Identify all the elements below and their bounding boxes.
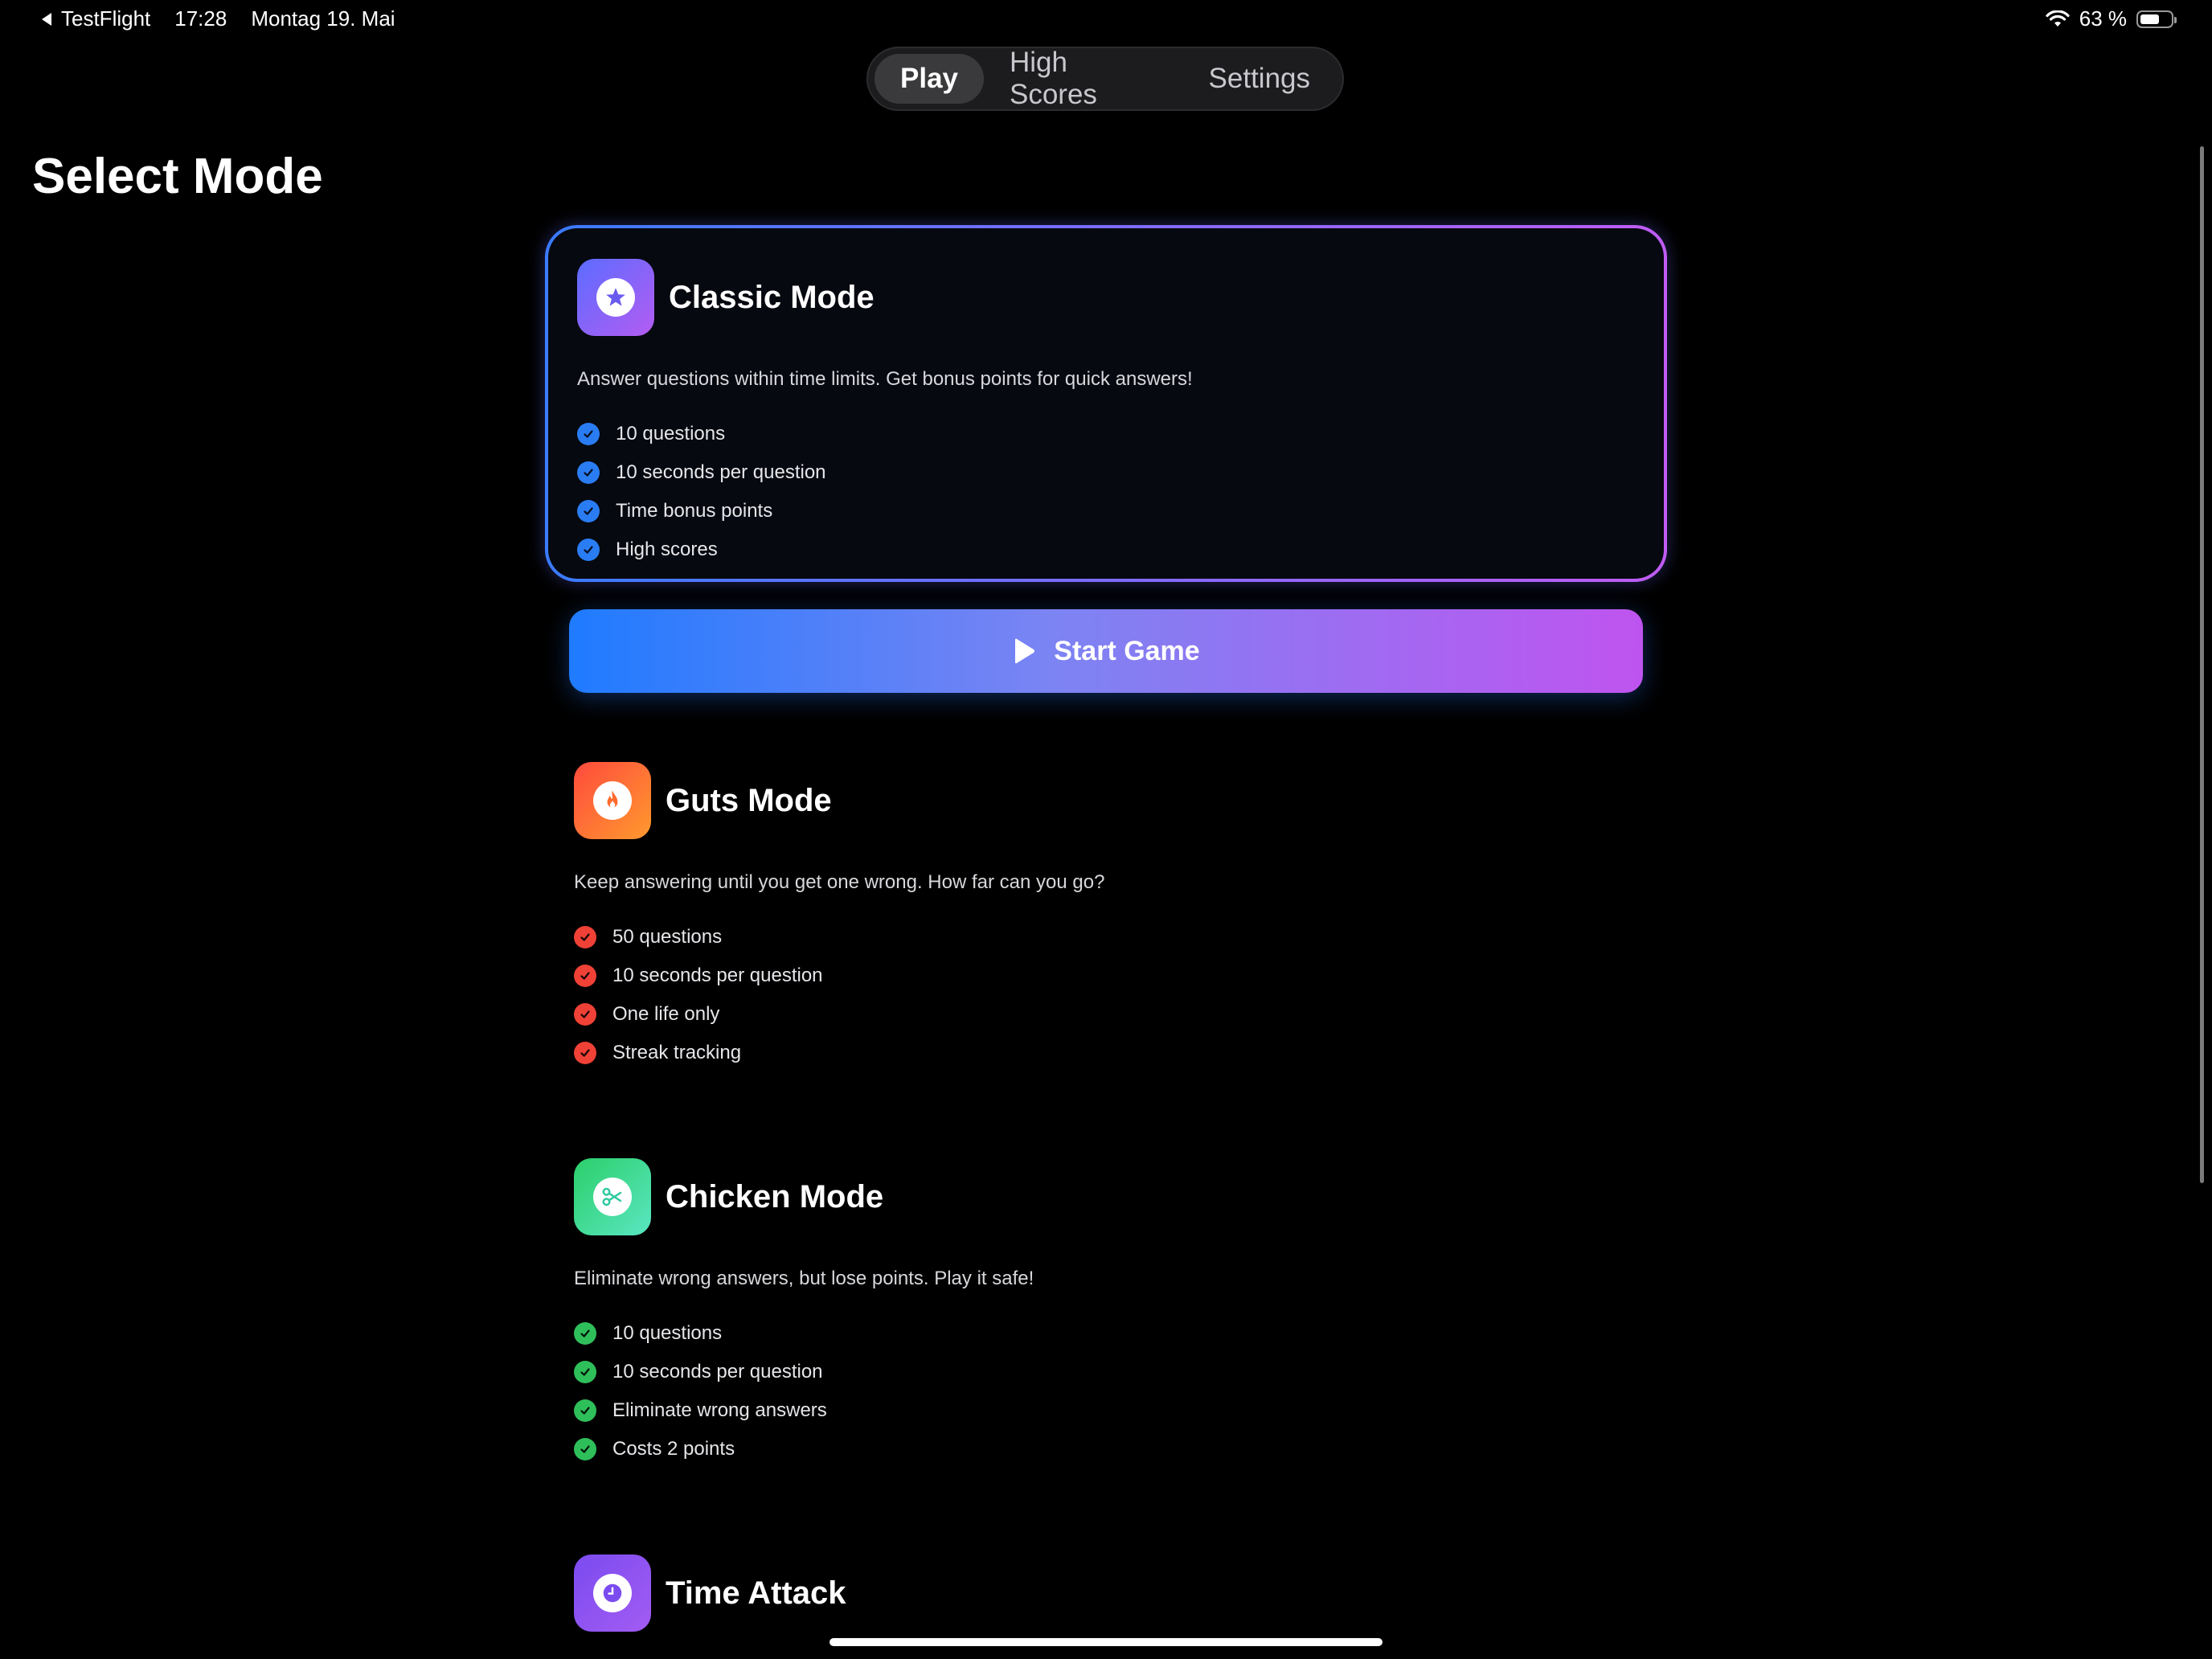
feature-item: 50 questions [574, 918, 823, 956]
clock-icon [574, 1555, 651, 1632]
wifi-icon [2046, 10, 2070, 27]
feature-item: Streak tracking [574, 1034, 823, 1072]
status-bar-right: 63 % [2046, 6, 2177, 31]
feature-item: High scores [577, 530, 826, 569]
page-title: Select Mode [32, 149, 323, 204]
mode-card-header: Classic Mode [577, 259, 875, 336]
status-time: 17:28 [174, 6, 227, 31]
star-icon [577, 259, 654, 336]
mode-description: Eliminate wrong answers, but lose points… [574, 1268, 1034, 1289]
mode-description: Keep answering until you get one wrong. … [574, 871, 1105, 893]
play-icon [1015, 638, 1035, 664]
checkmark-icon [577, 539, 600, 561]
tab-settings[interactable]: Settings [1183, 54, 1336, 104]
mode-card-header: Time Attack [574, 1555, 846, 1632]
mode-title: Time Attack [666, 1575, 846, 1611]
scissors-icon [574, 1158, 651, 1235]
checkmark-icon [577, 423, 600, 445]
tab-play[interactable]: Play [875, 54, 984, 104]
start-game-label: Start Game [1054, 635, 1200, 666]
mode-title: Chicken Mode [666, 1178, 884, 1215]
feature-item: Eliminate wrong answers [574, 1391, 827, 1430]
mode-title: Classic Mode [669, 279, 875, 315]
checkmark-icon [577, 500, 600, 522]
feature-item: Costs 2 points [574, 1430, 827, 1469]
feature-list: 50 questions 10 seconds per question One… [574, 918, 823, 1072]
checkmark-icon [574, 926, 596, 948]
feature-list: 10 questions 10 seconds per question Tim… [577, 415, 826, 569]
checkmark-icon [574, 1438, 596, 1460]
start-game-button[interactable]: Start Game [569, 609, 1643, 693]
battery-icon [2136, 10, 2177, 28]
checkmark-icon [577, 461, 600, 484]
checkmark-icon [574, 1003, 596, 1026]
checkmark-icon [574, 1399, 596, 1422]
back-label: TestFlight [61, 6, 151, 31]
feature-item: 10 seconds per question [577, 453, 826, 492]
checkmark-icon [574, 965, 596, 987]
back-to-testflight[interactable]: TestFlight [40, 6, 150, 31]
mode-card-chicken[interactable]: Chicken Mode Eliminate wrong answers, bu… [545, 1128, 1667, 1473]
feature-item: Time bonus points [577, 492, 826, 530]
feature-item: One life only [574, 995, 823, 1034]
mode-card-header: Chicken Mode [574, 1158, 883, 1235]
status-date: Montag 19. Mai [251, 6, 395, 31]
feature-item: 10 questions [574, 1314, 827, 1353]
top-tab-bar: Play High Scores Settings [866, 47, 1344, 111]
feature-list: 10 questions 10 seconds per question Eli… [574, 1314, 827, 1469]
battery-percent: 63 % [2079, 6, 2127, 31]
checkmark-icon [574, 1322, 596, 1345]
feature-item: 10 seconds per question [574, 1353, 827, 1391]
checkmark-icon [574, 1042, 596, 1064]
mode-title: Guts Mode [666, 782, 832, 818]
feature-item: 10 questions [577, 415, 826, 453]
mode-card-classic[interactable]: Classic Mode Answer questions within tim… [545, 225, 1667, 582]
mode-description: Answer questions within time limits. Get… [577, 368, 1193, 390]
checkmark-icon [574, 1361, 596, 1383]
status-bar-left: TestFlight 17:28 Montag 19. Mai [40, 6, 395, 31]
scrollbar[interactable] [2200, 146, 2204, 1183]
back-arrow-icon [42, 12, 51, 26]
flame-icon [574, 762, 651, 839]
mode-card-guts[interactable]: Guts Mode Keep answering until you get o… [545, 731, 1667, 1077]
tab-high-scores[interactable]: High Scores [984, 47, 1183, 110]
feature-item: 10 seconds per question [574, 956, 823, 995]
home-indicator[interactable] [830, 1638, 1382, 1646]
mode-card-header: Guts Mode [574, 762, 832, 839]
battery-level [2140, 14, 2159, 24]
